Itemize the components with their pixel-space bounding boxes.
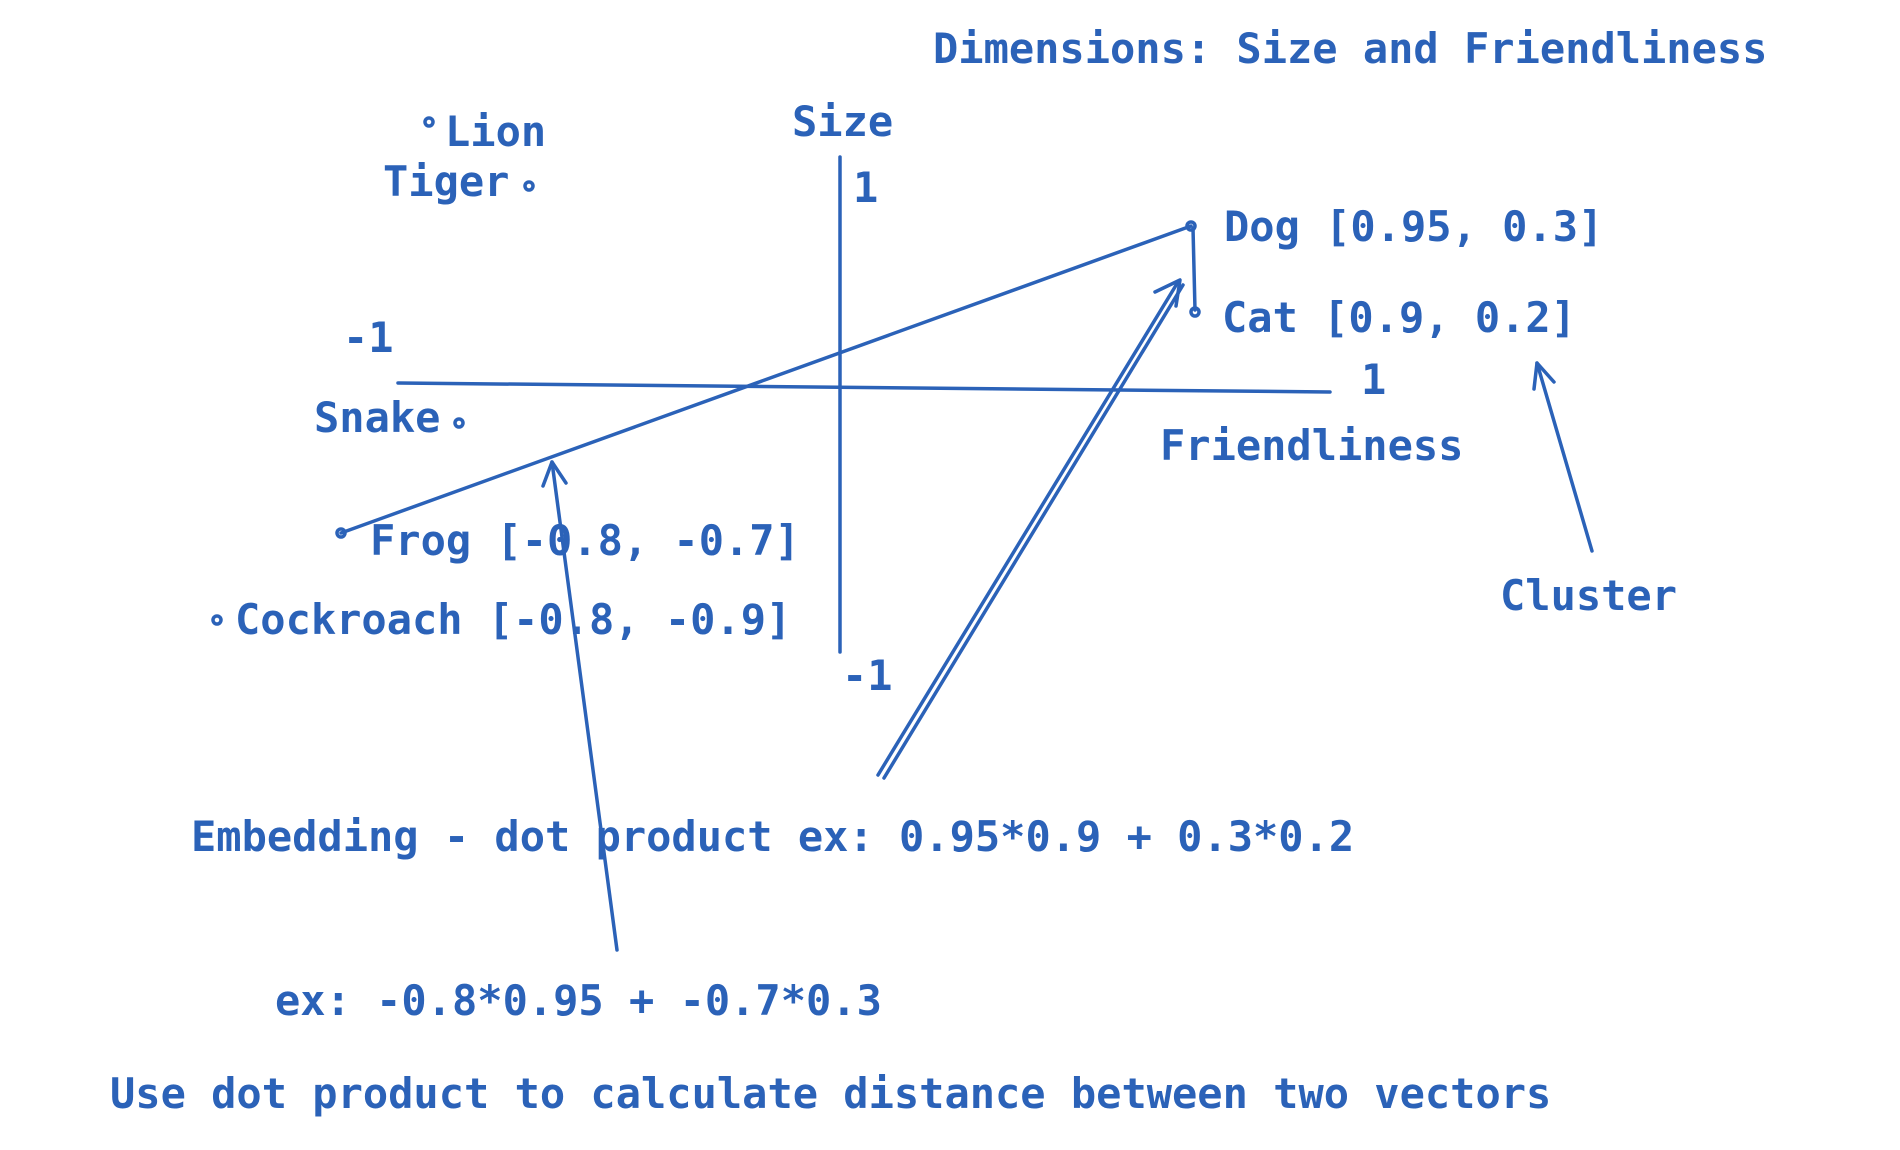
size-axis-bottom-tick: -1 (842, 651, 893, 700)
friendliness-axis-line (396, 381, 1332, 394)
cat-label: Cat [0.9, 0.2] (1222, 293, 1576, 342)
diagram-title: Dimensions: Size and Friendliness (933, 24, 1767, 73)
snake-label: Snake (314, 393, 440, 442)
cockroach-label: Cockroach [-0.8, -0.9] (235, 595, 791, 644)
size-axis-top-tick: 1 (853, 163, 878, 212)
snake-point-marker (453, 417, 465, 429)
frog-to-dog-vector-line (339, 224, 1193, 535)
friendliness-axis-right-tick: 1 (1361, 355, 1386, 404)
friendliness-axis-label: Friendliness (1160, 421, 1463, 470)
cluster-arrow (1535, 361, 1594, 553)
lion-point-marker (423, 116, 435, 128)
embedding-arrow-second-stroke (882, 283, 1185, 780)
embedding-arrow (876, 280, 1180, 777)
tiger-label: Tiger (383, 157, 509, 206)
tiger-point-marker (523, 180, 535, 192)
friendliness-axis-left-tick: -1 (343, 313, 394, 362)
cluster-label: Cluster (1500, 571, 1677, 620)
size-axis-label: Size (792, 97, 893, 146)
diagram-canvas: Dimensions: Size and Friendliness Size 1… (110, 24, 1767, 1118)
example-note: ex: -0.8*0.95 + -0.7*0.3 (275, 976, 882, 1025)
lion-label: Lion (445, 107, 546, 156)
footer-note: Use dot product to calculate distance be… (110, 1069, 1551, 1118)
frog-label: Frog [-0.8, -0.7] (370, 516, 800, 565)
dog-label: Dog [0.95, 0.3] (1224, 202, 1603, 251)
embedding-note: Embedding - dot product ex: 0.95*0.9 + 0… (191, 812, 1354, 861)
dog-cat-connector-line (1191, 226, 1197, 312)
cockroach-point-marker (211, 614, 223, 626)
